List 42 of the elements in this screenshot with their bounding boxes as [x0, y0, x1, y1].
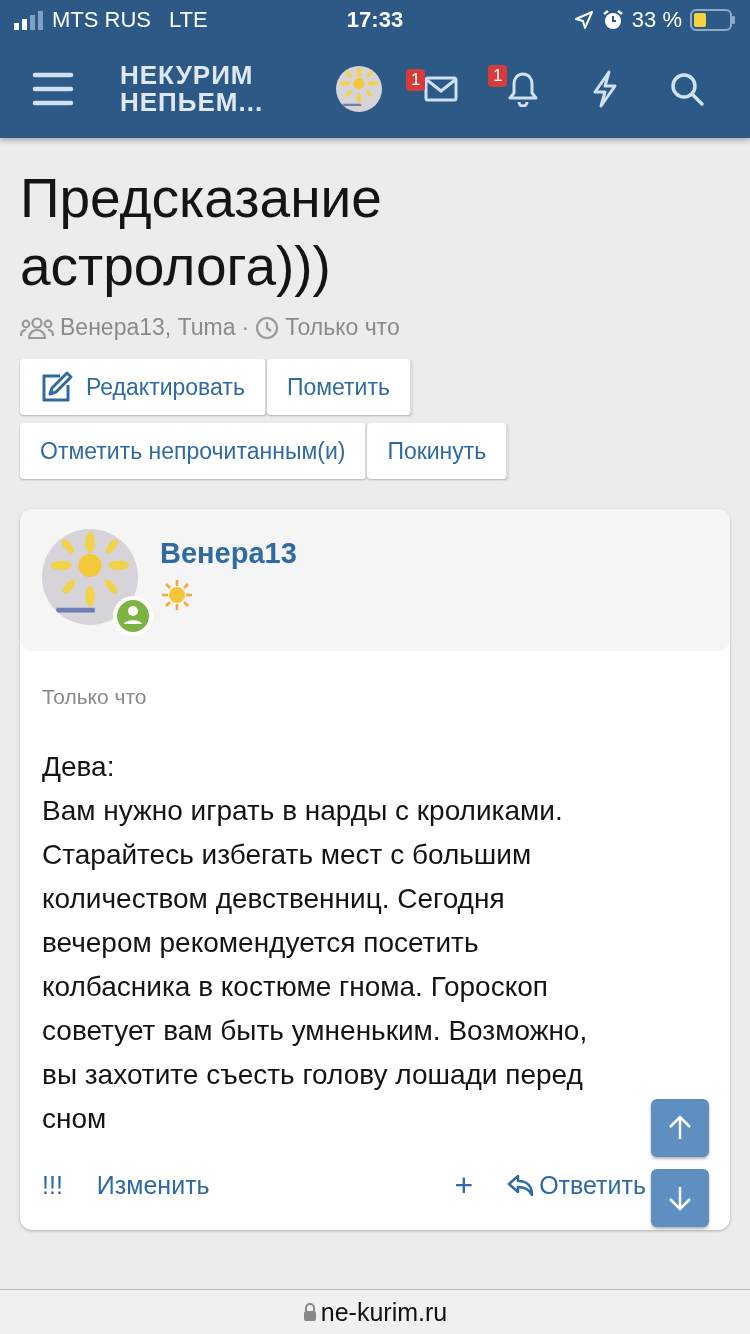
network-type: LTE [169, 7, 208, 33]
lock-icon [302, 1302, 317, 1322]
scroll-down-button[interactable] [651, 1169, 709, 1227]
sun-icon [160, 578, 194, 612]
thread-time: Только что [285, 314, 400, 341]
arrow-up-icon [667, 1115, 693, 1141]
alarm-icon [601, 9, 624, 31]
carrier-name: MTS RUS [52, 7, 151, 33]
clock-icon [255, 315, 280, 340]
action-button[interactable]: Пометить [266, 359, 412, 415]
bell-icon[interactable] [507, 71, 539, 107]
post-time: Только что [41, 684, 148, 709]
add-button[interactable]: + [454, 1167, 474, 1204]
message-count: 1 [406, 69, 426, 91]
battery-icon [690, 9, 736, 31]
battery-percent: 33 % [631, 7, 682, 33]
reaction-marks[interactable]: !!! [42, 1171, 63, 1200]
users-icon [20, 315, 54, 340]
author-name[interactable]: Венера13 [160, 537, 297, 570]
thread-title: Предсказание астролога))) [20, 166, 383, 299]
action-button[interactable]: Отметить непрочитанным(и) [20, 423, 368, 479]
search-icon[interactable] [669, 71, 705, 107]
edit-button[interactable]: Редактировать [20, 359, 267, 415]
reply-icon [507, 1172, 536, 1199]
edit-icon [40, 370, 74, 404]
action-button[interactable]: Покинуть [367, 423, 509, 479]
reply-link[interactable]: Ответить [507, 1171, 646, 1200]
url-address[interactable]: ne-kurim.ru [320, 1297, 448, 1327]
separator: · [241, 314, 250, 341]
edit-link[interactable]: Изменить [96, 1171, 210, 1200]
clock-time: 17:33 [346, 7, 404, 33]
site-logo[interactable]: НЕКУРИМ НЕПЬЕМ... [120, 62, 264, 116]
menu-icon[interactable] [32, 71, 74, 107]
mail-icon[interactable] [424, 75, 458, 103]
alert-count: 1 [488, 65, 508, 87]
location-icon [573, 10, 594, 30]
post-text: Дева: Вам нужно играть в нарды с кроликами. Старайтесь избегать мест с большим количеством девственниц. Сегодня вечером рекомендуется посетить колбасника в костюме гнома. Гороскоп советует вам быть умненьким. Возможно, вы захотите съесть голову лошади перед сном [42, 750, 588, 1136]
arrow-down-icon [667, 1185, 693, 1211]
lightning-icon[interactable] [591, 70, 619, 108]
signal-icon [14, 10, 44, 30]
participants: Венера13, Tuma [60, 314, 236, 341]
scroll-up-button[interactable] [651, 1099, 709, 1157]
